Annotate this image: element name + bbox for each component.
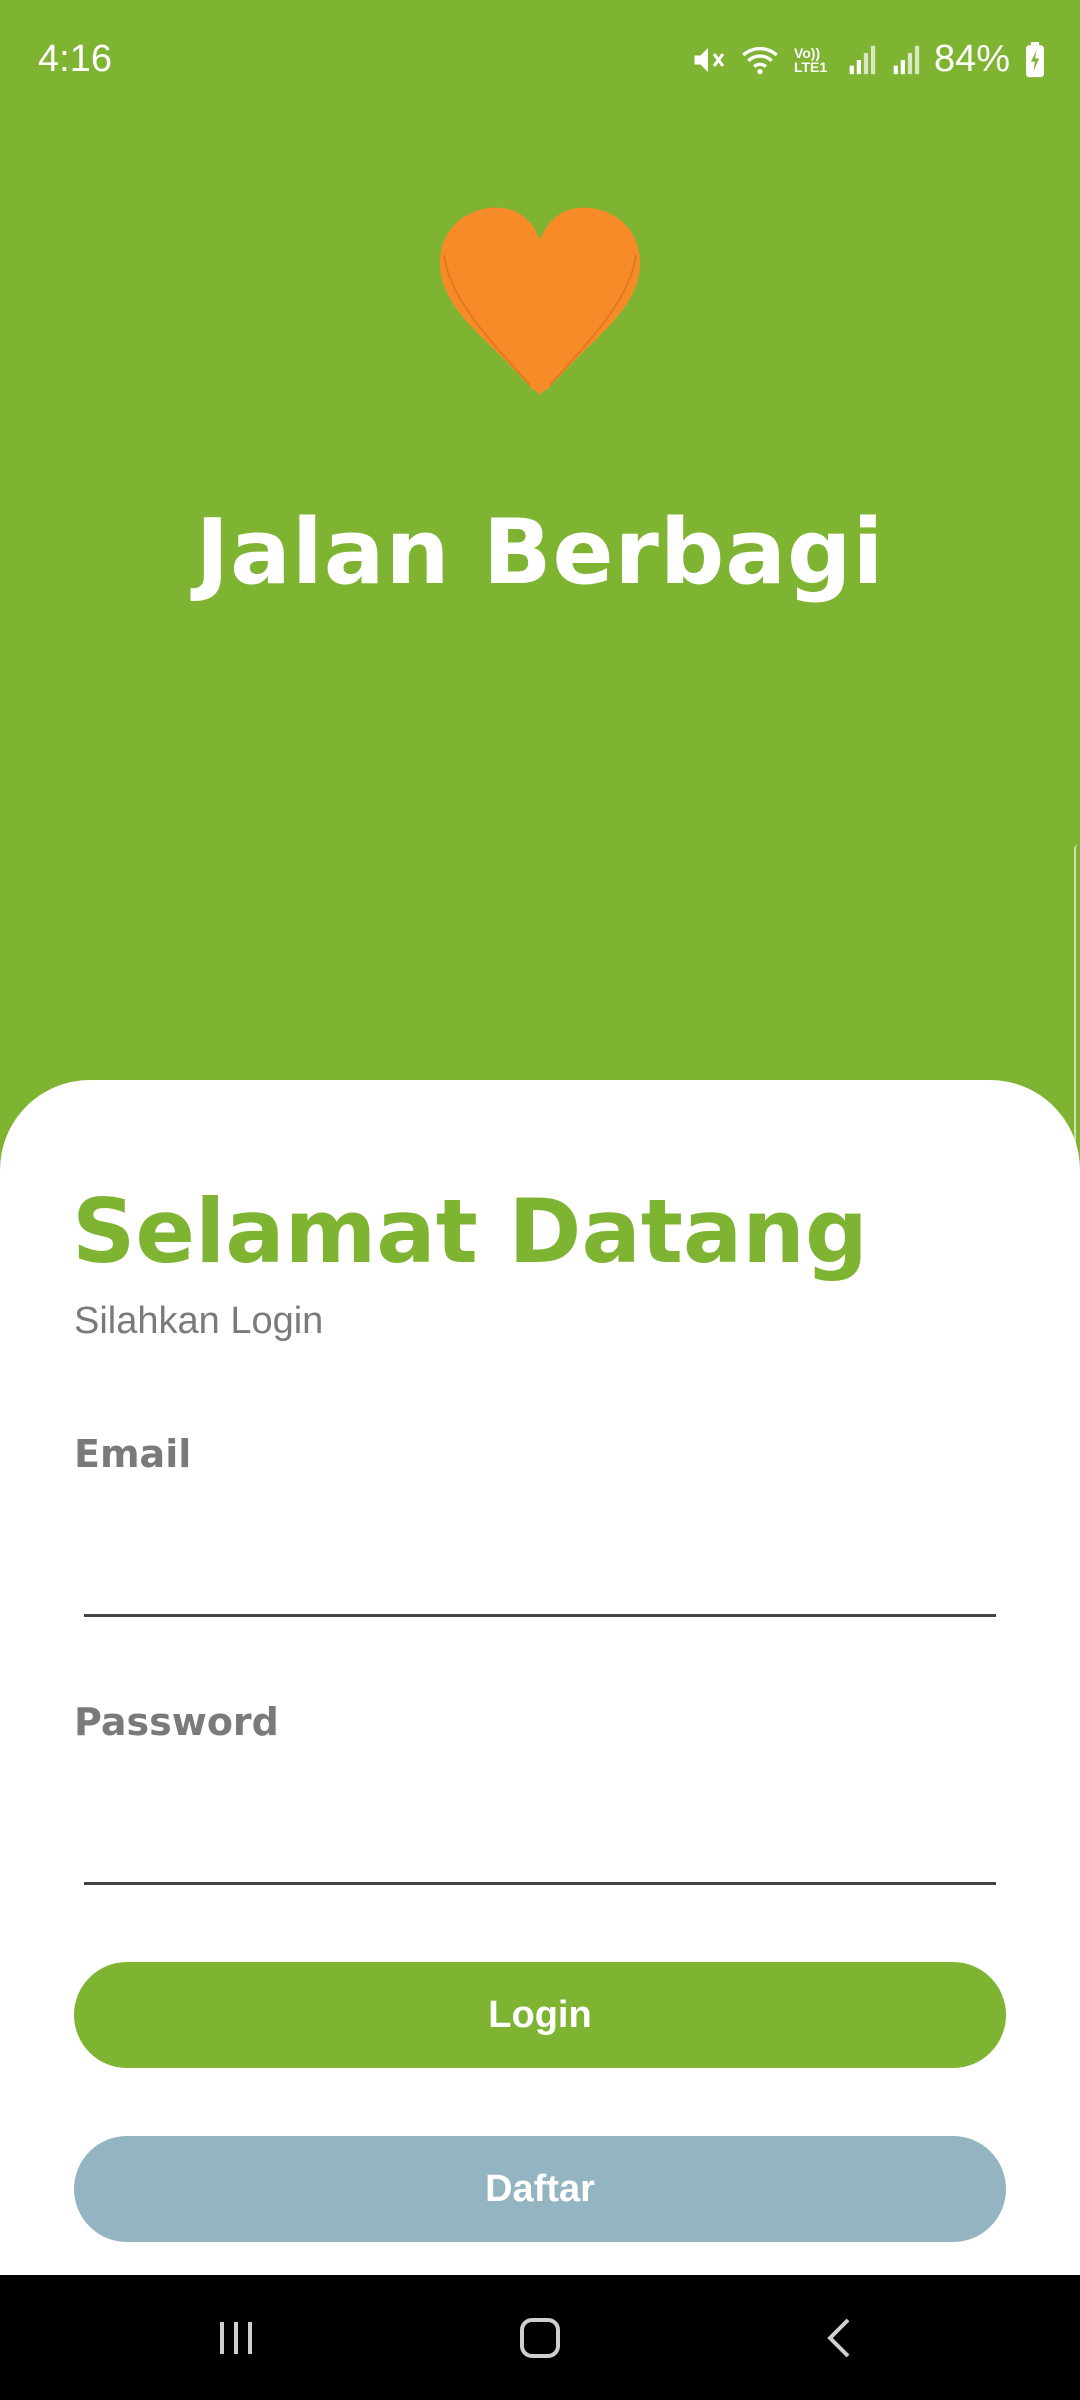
- home-button[interactable]: [470, 2275, 610, 2400]
- app-title: Jalan Berbagi: [195, 500, 885, 605]
- signal-icon: [893, 45, 920, 74]
- back-icon: [827, 2318, 850, 2357]
- scroll-indicator[interactable]: [1074, 845, 1080, 1155]
- status-time: 4:16: [38, 38, 112, 80]
- status-bar: 4:16 Vo)) LTE1 84%: [0, 0, 1080, 120]
- recent-apps-button[interactable]: [166, 2275, 306, 2400]
- heart-icon: [439, 207, 641, 395]
- password-field[interactable]: [84, 1805, 996, 1885]
- battery-charging-icon: [1026, 41, 1044, 77]
- password-label: Password: [74, 1700, 279, 1744]
- volte-icon: Vo)) LTE1: [793, 44, 828, 75]
- back-button[interactable]: [770, 2275, 910, 2400]
- login-card: Selamat Datang Silahkan Login Email Pass…: [0, 1080, 1080, 2275]
- email-field[interactable]: [84, 1537, 996, 1617]
- email-label: Email: [74, 1432, 192, 1476]
- wifi-icon: [742, 46, 778, 74]
- recent-apps-icon: [220, 2321, 252, 2354]
- login-subtitle: Silahkan Login: [74, 1300, 324, 1342]
- login-button[interactable]: Login: [74, 1962, 1006, 2068]
- welcome-title: Selamat Datang: [72, 1180, 868, 1283]
- status-icons: Vo)) LTE1 84%: [690, 38, 1046, 81]
- navigation-bar: [0, 2275, 1080, 2400]
- mute-icon: [694, 47, 725, 72]
- hero-section: Jalan Berbagi: [0, 120, 1080, 1080]
- battery-percentage: 84%: [933, 38, 1010, 80]
- register-button[interactable]: Daftar: [74, 2136, 1006, 2242]
- signal-icon: [849, 45, 876, 74]
- home-icon: [520, 2317, 560, 2358]
